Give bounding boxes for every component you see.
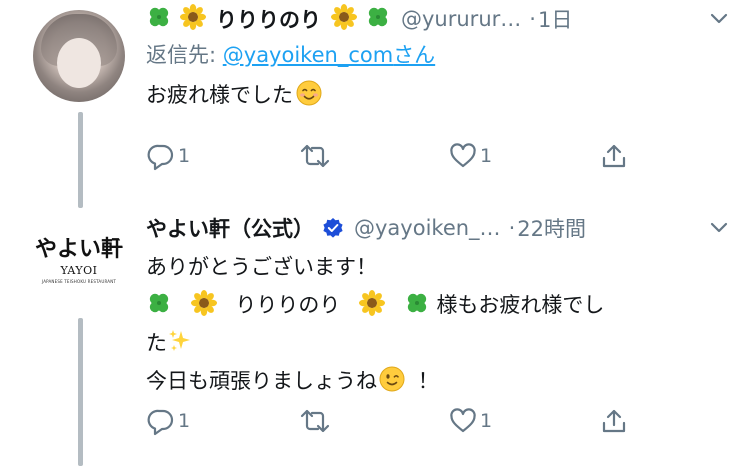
reply-icon[interactable]	[146, 141, 176, 171]
share-icon[interactable]	[599, 141, 629, 171]
smiling-face-icon	[296, 80, 322, 114]
tweet-text-line-1: ありがとうございます！	[146, 252, 731, 282]
sunflower-icon	[190, 290, 217, 324]
thread-line-bottom	[78, 318, 83, 466]
tweet-reply-2[interactable]: やよい軒（公式） @yayoiken_… · 22時間 ありがとうございます！ …	[146, 213, 731, 436]
separator-dot: ·	[529, 7, 536, 31]
tweet-text-content: お疲れ様でした	[146, 83, 293, 107]
like-icon[interactable]	[448, 141, 478, 171]
tweet-text-content: ！	[417, 369, 439, 393]
avatar-yayoiken[interactable]: やよい軒 YAYOI JAPANESE TEISHOKU RESTAURANT	[33, 215, 125, 307]
tweet-actions: 1 1	[146, 140, 646, 172]
mention-handle[interactable]: @yayoiken_com	[223, 43, 393, 67]
share-icon[interactable]	[599, 406, 629, 436]
retweet-button[interactable]	[298, 405, 334, 437]
verified-badge-icon	[322, 217, 344, 239]
like-count: 1	[480, 145, 493, 167]
reply-button[interactable]: 1	[146, 140, 190, 172]
sunflower-icon	[331, 3, 357, 35]
like-button[interactable]: 1	[448, 405, 492, 437]
thread-line-top	[78, 112, 83, 208]
like-icon[interactable]	[448, 406, 478, 436]
tweet-actions: 1 1	[146, 405, 646, 437]
reply-to-line: 返信先: @yayoiken_comさん	[146, 40, 731, 70]
logo-jp-text: やよい軒	[34, 236, 123, 262]
sunflower-icon	[359, 290, 386, 324]
retweet-icon[interactable]	[298, 141, 332, 171]
logo-en-text: YAYOI	[60, 264, 98, 277]
tweet-header: りりりのり @yururur… · 1日	[146, 3, 731, 35]
chevron-down-icon[interactable]	[707, 216, 731, 240]
user-handle[interactable]: @yayoiken_…	[354, 216, 501, 240]
reply-to-mention[interactable]: @yayoiken_comさん	[223, 43, 435, 67]
mentioned-name: りりりのり	[235, 293, 341, 317]
reply-to-prefix: 返信先:	[146, 43, 223, 67]
retweet-icon[interactable]	[298, 406, 332, 436]
like-count: 1	[480, 410, 493, 432]
tweet-text-line-4: 今日も頑張りましょうね ！	[146, 366, 731, 400]
four-leaf-clover-icon	[404, 290, 430, 324]
reply-button[interactable]: 1	[146, 405, 190, 437]
user-handle[interactable]: @yururur…	[401, 7, 521, 31]
four-leaf-clover-icon	[146, 4, 172, 35]
logo-sub-text: JAPANESE TEISHOKU RESTAURANT	[41, 279, 117, 284]
tweet-text-line-3: た	[146, 328, 731, 362]
tweet-text-content: た	[146, 331, 167, 355]
tweet-time[interactable]: 1日	[538, 4, 572, 34]
reply-count: 1	[178, 410, 191, 432]
display-name[interactable]: やよい軒（公式）	[146, 213, 314, 243]
chevron-down-icon[interactable]	[707, 7, 731, 31]
separator-dot: ·	[508, 216, 516, 240]
like-button[interactable]: 1	[448, 140, 492, 172]
tweet-text: お疲れ様でした	[146, 80, 731, 114]
share-button[interactable]	[599, 405, 629, 437]
display-name[interactable]: りりりのり	[216, 4, 321, 34]
avatar-user-ririrori[interactable]	[33, 10, 125, 102]
tweet-text-line-2: りりりのり 様もお疲れ様でし	[146, 290, 731, 324]
mention-suffix[interactable]: さん	[393, 43, 435, 67]
tweet-time[interactable]: 22時間	[517, 213, 586, 243]
sunflower-icon	[180, 3, 206, 35]
tweet-text-content: ありがとうございます！	[146, 255, 377, 279]
retweet-button[interactable]	[298, 140, 334, 172]
tweet-reply-1[interactable]: りりりのり @yururur… · 1日 返信先: @yayoiken_comさ…	[146, 3, 731, 171]
share-button[interactable]	[599, 140, 629, 172]
tweet-text-content: 様もお疲れ様でし	[436, 293, 605, 317]
tweet-text-content: 今日も頑張りましょうね	[146, 369, 377, 393]
four-leaf-clover-icon	[146, 290, 172, 324]
reply-count: 1	[178, 145, 191, 167]
reply-icon[interactable]	[146, 406, 176, 436]
sparkles-icon	[167, 328, 193, 362]
tweet-header: やよい軒（公式） @yayoiken_… · 22時間	[146, 213, 731, 243]
winking-face-icon	[379, 366, 405, 400]
avatar-face	[57, 38, 101, 88]
four-leaf-clover-icon	[365, 4, 391, 35]
